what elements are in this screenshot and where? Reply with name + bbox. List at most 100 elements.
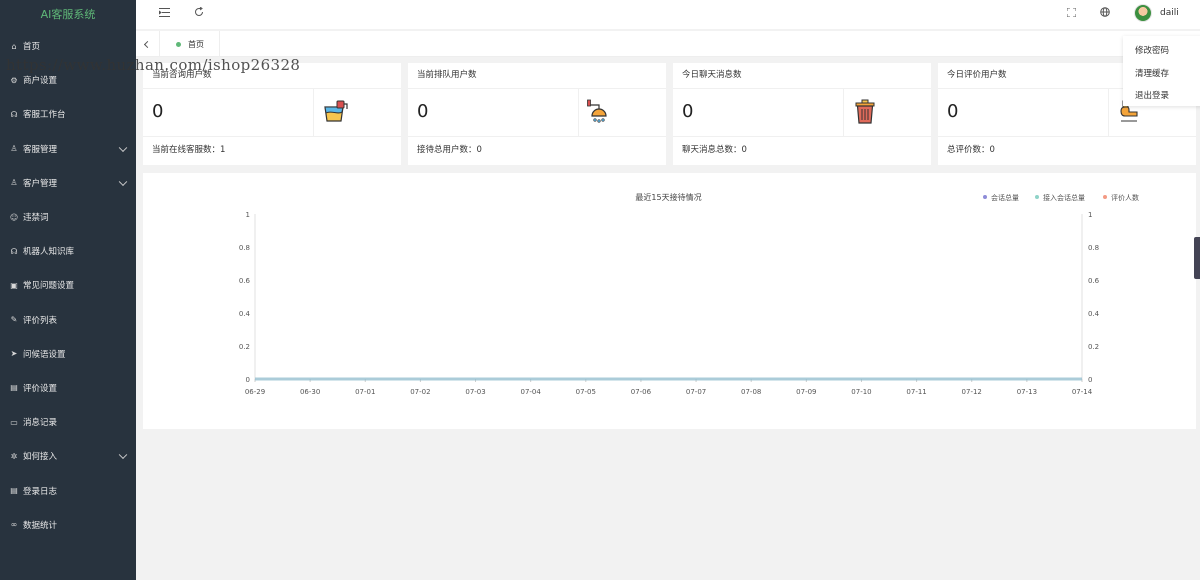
sidebar-item-label: 客服管理: [23, 144, 58, 155]
x-tick-label: 07-03: [465, 388, 485, 396]
sidebar-item-10[interactable]: ▤ 评价设置: [0, 371, 136, 405]
x-tick-label: 06-30: [300, 388, 320, 396]
user-icon: ♙: [10, 144, 18, 154]
sidebar-item-label: 消息记录: [23, 418, 58, 429]
headset-icon: ☊: [10, 109, 18, 119]
side-panel-handle[interactable]: [1194, 237, 1200, 279]
legend-label-2: 评价人数: [1111, 193, 1139, 202]
card-value: 0: [682, 101, 694, 122]
robot-icon: ☊: [10, 246, 18, 256]
x-tick-label: 07-10: [851, 388, 871, 396]
file-icon: ▭: [10, 417, 18, 427]
settings-icon: ⚙: [10, 75, 18, 85]
card-footer: 总评价数：0: [938, 137, 1196, 164]
sidebar-item-8[interactable]: ✎ 评价列表: [0, 303, 136, 337]
fullscreen-icon[interactable]: [1066, 0, 1077, 29]
sidebar-item-label: 数据统计: [23, 520, 58, 531]
tab-home[interactable]: 首页: [160, 31, 220, 57]
card-value: 0: [152, 101, 164, 122]
link-icon: ∞: [10, 520, 18, 530]
chart-title: 最近15天接待情况: [635, 192, 701, 202]
chevron-down-icon: [118, 450, 128, 460]
y-tick-label-left: 0.2: [239, 343, 250, 351]
card-footer-label: 总评价数：: [947, 145, 990, 155]
legend-label-1: 接入会话总量: [1043, 193, 1085, 202]
sidebar-item-6[interactable]: ☊ 机器人知识库: [0, 234, 136, 268]
y-tick-label-right: 0.6: [1088, 277, 1100, 285]
y-tick-label-left: 0.6: [239, 277, 251, 285]
card-footer-value: 0: [741, 145, 747, 155]
sidebar-menu: ⌂ 首页 ⚙ 商户设置 ☊ 客服工作台 ♙ 客服管理 ♙ 客户管理 ☺ 违禁词 ☊ 机器人知识库 ▣ 常见问题…: [0, 29, 136, 542]
send-icon: ➤: [10, 349, 18, 359]
active-dot-icon: [176, 41, 181, 47]
gear-icon: ✲: [10, 451, 18, 461]
x-tick-label: 07-07: [686, 388, 706, 396]
calendar-icon: ▤: [10, 383, 18, 393]
legend-marker-0: [983, 195, 987, 199]
sidebar-item-7[interactable]: ▣ 常见问题设置: [0, 268, 136, 302]
sidebar-item-9[interactable]: ➤ 问候语设置: [0, 337, 136, 371]
card-value: 0: [947, 101, 959, 122]
refresh-icon[interactable]: [194, 0, 204, 29]
x-tick-label: 07-04: [520, 388, 541, 396]
legend-marker-1: [1035, 195, 1039, 199]
card-footer-label: 聊天消息总数：: [682, 145, 742, 155]
sidebar-item-label: 评价设置: [23, 383, 58, 394]
sidebar-item-label: 机器人知识库: [23, 247, 75, 258]
x-tick-label: 07-06: [631, 388, 652, 396]
menu-fold-icon[interactable]: [158, 0, 170, 29]
user-avatar[interactable]: [1134, 4, 1152, 22]
sidebar-item-11[interactable]: ▭ 消息记录: [0, 405, 136, 439]
sidebar-item-4[interactable]: ♙ 客户管理: [0, 166, 136, 200]
x-tick-label: 07-12: [962, 388, 982, 396]
chevron-left-icon: [143, 40, 152, 48]
username[interactable]: daili: [1160, 0, 1179, 27]
sidebar-item-12[interactable]: ✲ 如何接入: [0, 439, 136, 473]
sidebar-item-3[interactable]: ♙ 客服管理: [0, 132, 136, 166]
user-dropdown-menu: 修改密码 清理缓存 退出登录: [1123, 36, 1200, 106]
x-tick-label: 06-29: [245, 388, 265, 396]
sidebar-item-label: 商户设置: [23, 76, 58, 87]
sidebar-item-5[interactable]: ☺ 违禁词: [0, 200, 136, 234]
sidebar-item-label: 评价列表: [23, 315, 58, 326]
home-icon: ⌂: [11, 41, 17, 51]
change-password-item[interactable]: 修改密码: [1123, 40, 1200, 63]
watermark-text: https://www.huzhan.com/ishop26328: [6, 56, 301, 74]
shower-icon: [587, 99, 607, 123]
tab-scroll-left-button[interactable]: [136, 31, 160, 57]
chart-panel: 最近15天接待情况 0 0 0.2 0.2 0.4 0.4 0.6 0.6 0.8 0.8 1 1 06-…: [143, 173, 1196, 429]
y-tick-label-left: 0.8: [239, 244, 250, 252]
y-tick-label-right: 0.4: [1088, 310, 1100, 318]
sidebar-item-label: 如何接入: [23, 452, 58, 463]
log-icon: ▤: [10, 486, 18, 496]
x-tick-label: 07-05: [576, 388, 596, 396]
sidebar-item-2[interactable]: ☊ 客服工作台: [0, 97, 136, 131]
sidebar-item-label: 客户管理: [23, 178, 58, 189]
card-footer-value: 1: [220, 145, 226, 155]
legend-marker-2: [1103, 195, 1107, 199]
sidebar-item-label: 客服工作台: [23, 110, 66, 121]
y-tick-label-right: 1: [1088, 211, 1092, 219]
tab-home-label: 首页: [188, 39, 204, 49]
edit-icon: ✎: [10, 315, 18, 325]
logout-item[interactable]: 退出登录: [1123, 85, 1200, 108]
y-tick-label-right: 0.2: [1088, 343, 1099, 351]
stat-card-queue: 当前排队用户数 0 接待总用户数：0: [408, 63, 666, 165]
smile-icon: ☺: [9, 212, 19, 222]
sidebar-item-14[interactable]: ∞ 数据统计: [0, 508, 136, 542]
sidebar-item-13[interactable]: ▤ 登录日志: [0, 473, 136, 507]
reception-line-chart: 最近15天接待情况 0 0 0.2 0.2 0.4 0.4 0.6 0.6 0.8 0.8 1 1 06-…: [239, 192, 1139, 396]
card-footer-label: 当前在线客服数：: [152, 145, 221, 155]
x-tick-label: 07-02: [410, 388, 430, 396]
legend-label-0: 会话总量: [991, 193, 1019, 202]
x-tick-label: 07-09: [796, 388, 816, 396]
y-tick-label-left: 1: [246, 211, 250, 219]
clear-cache-item[interactable]: 清理缓存: [1123, 63, 1200, 86]
sidebar-item-label: 违禁词: [23, 213, 49, 224]
stat-card-consulting: 当前咨询用户数 0 当前在线客服数：1: [143, 63, 401, 165]
globe-icon[interactable]: [1100, 0, 1110, 29]
app-logo[interactable]: AI客服系统: [0, 0, 136, 29]
trash-can-icon: [855, 99, 875, 124]
x-tick-label: 07-08: [741, 388, 761, 396]
sidebar-item-label: 登录日志: [23, 486, 58, 497]
